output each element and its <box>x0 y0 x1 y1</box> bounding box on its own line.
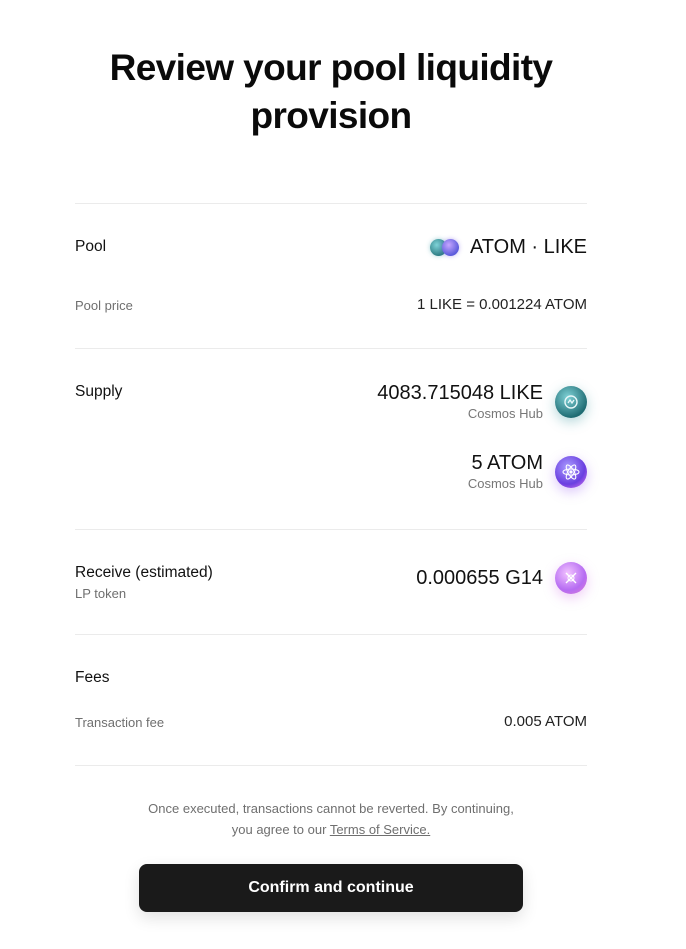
lp-token-icon <box>555 562 587 594</box>
transaction-fee-label: Transaction fee <box>75 715 165 730</box>
confirm-button[interactable]: Confirm and continue <box>139 864 523 912</box>
transaction-fee-value: 0.005 ATOM <box>504 713 587 730</box>
pool-pair: ATOM · LIKE <box>429 236 587 259</box>
supply-item-like: 4083.715048 LIKE Cosmos Hub <box>377 381 587 423</box>
supply-amount: 4083.715048 LIKE <box>377 382 543 404</box>
fees-label: Fees <box>75 669 110 686</box>
supply-amount: 5 ATOM <box>471 452 543 474</box>
divider <box>75 348 587 349</box>
supply-chain: Cosmos Hub <box>467 406 543 421</box>
divider <box>75 529 587 530</box>
pool-price-label: Pool price <box>75 298 133 313</box>
page-title-line1: Review your pool liquidity <box>109 47 553 88</box>
terms-of-service-link[interactable]: Terms of Service. <box>330 822 430 837</box>
pool-price-value: 1 LIKE = 0.001224 ATOM <box>417 296 587 313</box>
page-title-line2: provision <box>250 95 412 136</box>
receive-amount: 0.000655 G14 <box>416 566 543 589</box>
terms-notice: Once executed, transactions cannot be re… <box>0 798 662 840</box>
notice-line1: Once executed, transactions cannot be re… <box>148 801 514 816</box>
supply-chain: Cosmos Hub <box>467 476 543 491</box>
receive-item: 0.000655 G14 <box>416 562 587 594</box>
page-title: Review your pool liquidity provision <box>0 44 662 140</box>
pool-pair-label: ATOM · LIKE <box>469 236 587 258</box>
notice-line2: you agree to our Terms of Service. <box>0 819 662 840</box>
divider <box>75 203 587 204</box>
pool-label: Pool <box>75 238 107 255</box>
divider <box>75 634 587 635</box>
supply-label: Supply <box>75 383 123 400</box>
atom-token-icon <box>441 238 459 256</box>
supply-item-atom: 5 ATOM Cosmos Hub <box>468 451 587 493</box>
notice-line2-prefix: you agree to our <box>231 822 330 837</box>
like-token-icon <box>555 386 587 418</box>
atom-token-icon <box>555 456 587 488</box>
divider <box>75 765 587 766</box>
receive-sublabel: LP token <box>75 586 127 601</box>
receive-label: Receive (estimated) <box>75 564 213 581</box>
pool-pair-icons <box>429 238 462 257</box>
